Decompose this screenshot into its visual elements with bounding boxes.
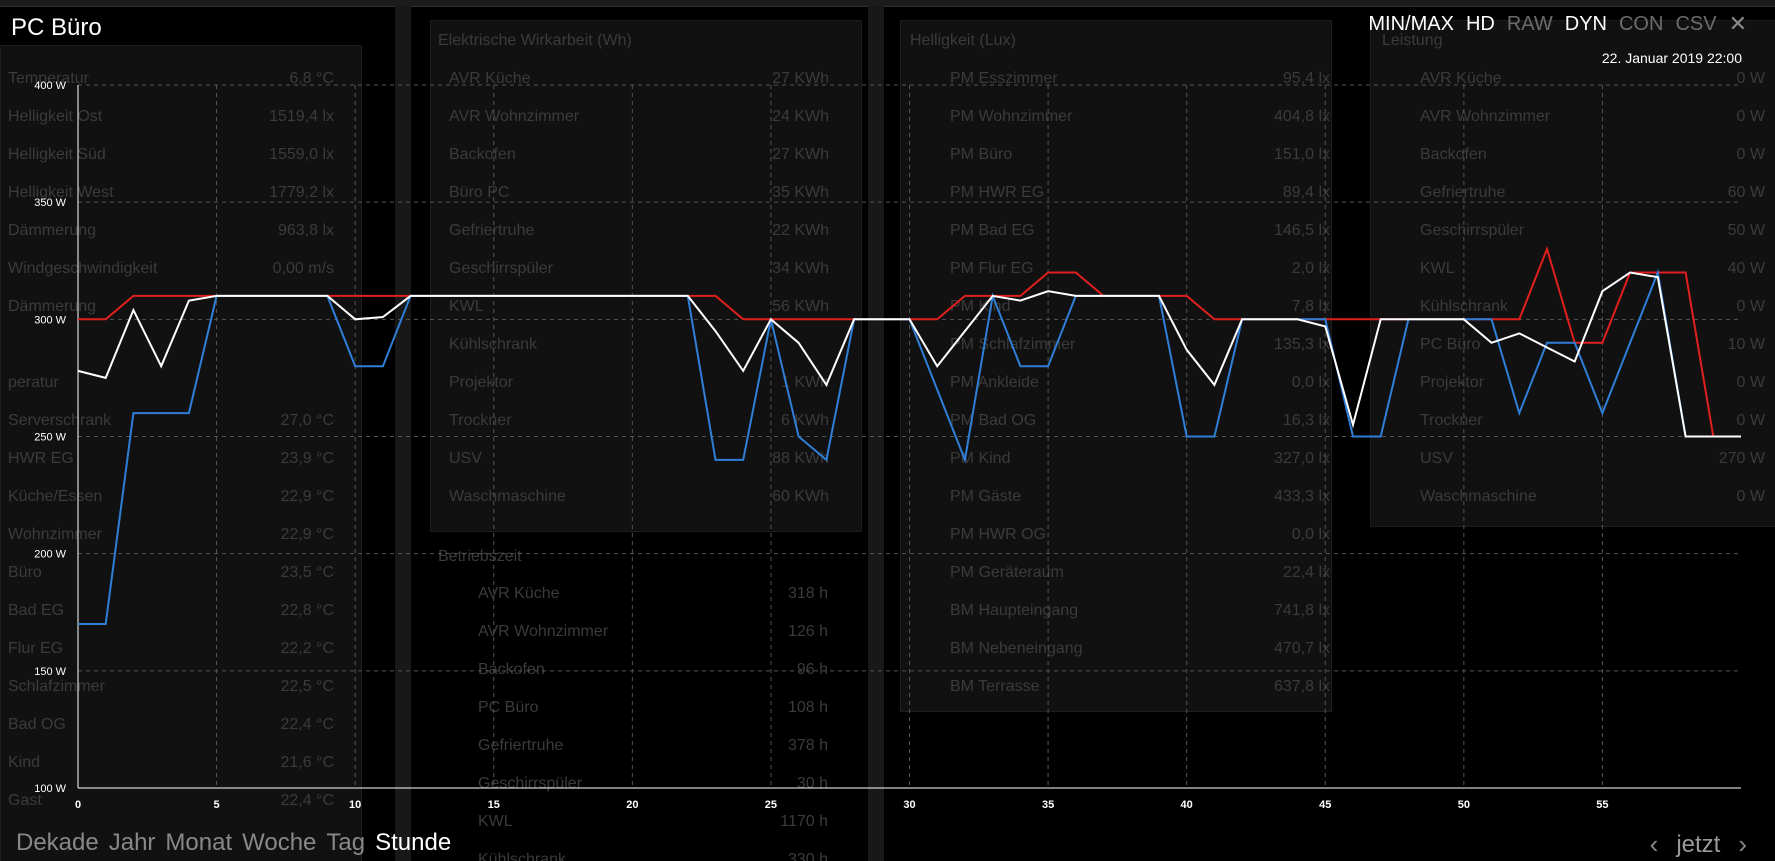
toolbar-hd-button[interactable]: HD — [1466, 13, 1495, 36]
range-dekade-button[interactable]: Dekade — [16, 829, 99, 857]
range-monat-button[interactable]: Monat — [165, 829, 232, 857]
close-icon[interactable]: ✕ — [1729, 13, 1747, 36]
toolbar-raw-button[interactable]: RAW — [1507, 13, 1553, 36]
chart-axes: 100 W 150 W 200 W 250 W 300 W 350 W 400 W 0 5 10 1… — [34, 80, 1741, 811]
x-tick-label: 15 — [488, 799, 500, 811]
toolbar-minmax-button[interactable]: MIN/MAX — [1368, 13, 1454, 36]
y-tick-label: 150 W — [34, 666, 66, 678]
y-tick-label: 200 W — [34, 549, 66, 561]
y-tick-label: 300 W — [34, 314, 66, 326]
x-tick-label: 50 — [1458, 799, 1470, 811]
x-tick-label: 45 — [1319, 799, 1331, 811]
x-tick-label: 20 — [626, 799, 638, 811]
power-chart: 100 W 150 W 200 W 250 W 300 W 350 W 400 W 0 5 10 1… — [34, 80, 1741, 811]
x-tick-label: 30 — [903, 799, 915, 811]
x-tick-label: 5 — [214, 799, 220, 811]
x-tick-label: 25 — [765, 799, 777, 811]
toolbar-csv-button[interactable]: CSV — [1675, 13, 1716, 36]
y-tick-label: 400 W — [34, 80, 66, 92]
chart-grid — [78, 84, 1741, 788]
x-tick-label: 10 — [349, 799, 361, 811]
x-tick-label: 40 — [1181, 799, 1193, 811]
x-tick-label: 0 — [75, 799, 81, 811]
x-tick-label: 35 — [1042, 799, 1054, 811]
toolbar-dyn-button[interactable]: DYN — [1565, 13, 1607, 36]
range-woche-button[interactable]: Woche — [242, 829, 316, 857]
range-tag-button[interactable]: Tag — [326, 829, 365, 857]
x-tick-label: 55 — [1596, 799, 1608, 811]
chart-timestamp: 22. Januar 2019 22:00 — [1601, 50, 1742, 66]
now-button[interactable]: jetzt — [1676, 831, 1720, 859]
y-tick-label: 100 W — [34, 783, 66, 795]
time-navigation: ‹ jetzt › — [1650, 829, 1747, 860]
chevron-left-icon[interactable]: ‹ — [1650, 829, 1659, 860]
range-selector: Dekade Jahr Monat Woche Tag Stunde — [16, 829, 451, 857]
y-tick-label: 350 W — [34, 197, 66, 209]
range-jahr-button[interactable]: Jahr — [109, 829, 156, 857]
chart-title: PC Büro — [11, 14, 102, 41]
chart-toolbar: MIN/MAX HD RAW DYN CON CSV ✕ — [1368, 13, 1747, 36]
series-line-avg — [77, 271, 1741, 438]
y-tick-label: 250 W — [34, 432, 66, 444]
chevron-right-icon[interactable]: › — [1738, 829, 1747, 860]
toolbar-con-button[interactable]: CON — [1619, 13, 1663, 36]
range-stunde-button[interactable]: Stunde — [375, 829, 451, 857]
